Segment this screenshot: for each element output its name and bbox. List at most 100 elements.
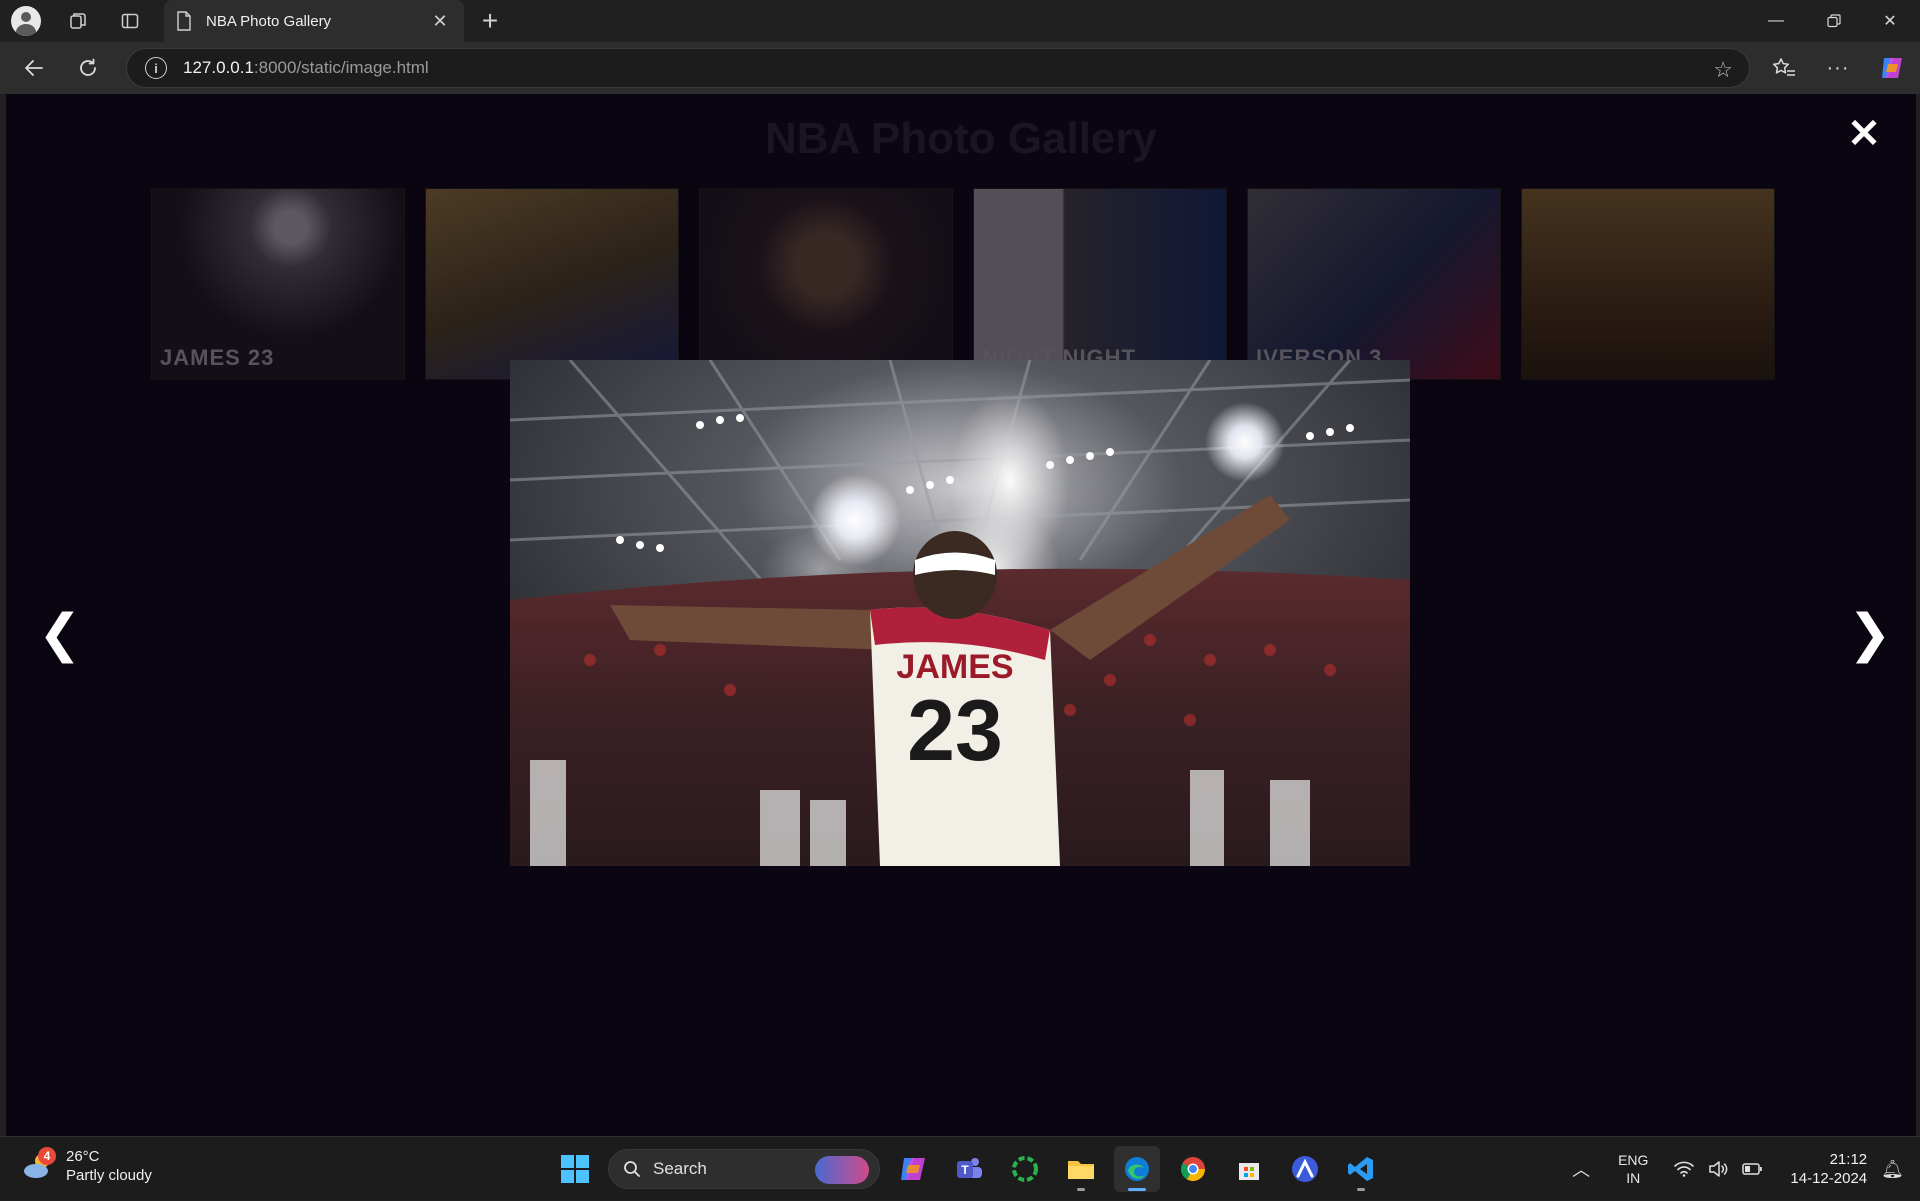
quick-settings[interactable]: [1674, 1161, 1763, 1177]
profile-avatar-icon: [11, 6, 41, 36]
gallery-thumbnail[interactable]: [1521, 188, 1775, 380]
close-window-icon: ✕: [1883, 13, 1897, 30]
lightbox-next-button[interactable]: ❯: [1848, 604, 1892, 664]
thumbnail-grid: JAMES 23 NIGHT NIGHT IVERSON 3: [151, 188, 1775, 380]
taskbar-search[interactable]: Search: [608, 1149, 880, 1189]
teams-app-button[interactable]: T: [946, 1146, 992, 1192]
close-window-button[interactable]: ✕: [1862, 0, 1918, 42]
favorite-star-icon[interactable]: ☆: [1713, 57, 1733, 83]
gallery-thumbnail[interactable]: JAMES 23: [151, 188, 405, 380]
workspaces-button[interactable]: [60, 5, 96, 37]
clock-time: 21:12: [1829, 1151, 1868, 1168]
gallery-thumbnail[interactable]: NIGHT NIGHT: [973, 188, 1227, 380]
lightbox-photo: JAMES 23: [510, 360, 1410, 866]
volume-icon: [1709, 1161, 1728, 1177]
region-code: IN: [1626, 1170, 1641, 1186]
minimize-button[interactable]: —: [1748, 0, 1804, 42]
jersey-name: JAMES: [896, 648, 1013, 686]
start-button[interactable]: [552, 1146, 598, 1192]
tab-title: NBA Photo Gallery: [206, 12, 332, 30]
plus-icon: +: [481, 5, 499, 36]
lightbox-image: JAMES 23: [510, 360, 1410, 866]
arena-light: [1205, 402, 1285, 482]
clock-date: 14-12-2024: [1790, 1170, 1868, 1187]
language-code: ENG: [1618, 1152, 1649, 1168]
copilot-app-button[interactable]: [890, 1146, 936, 1192]
gallery-thumbnail[interactable]: [425, 188, 679, 380]
tab-actions-button[interactable]: [112, 5, 148, 37]
minimize-icon: —: [1768, 12, 1784, 29]
url-host: 127.0.0.1: [183, 58, 254, 77]
copilot-icon: [1882, 58, 1902, 78]
favorites-button[interactable]: [1766, 50, 1802, 86]
weather-temp: 26°C: [66, 1148, 100, 1165]
restore-icon: [1827, 14, 1841, 28]
language-indicator[interactable]: ENG IN: [1618, 1151, 1648, 1187]
address-bar[interactable]: i 127.0.0.1:8000/static/image.html ☆: [126, 48, 1750, 88]
restore-button[interactable]: [1806, 0, 1862, 42]
chrome-app-button[interactable]: [1170, 1146, 1216, 1192]
chrome-icon: [1180, 1157, 1205, 1182]
wifi-icon: [1674, 1161, 1695, 1177]
search-label: Search: [653, 1159, 707, 1178]
thumbnail-caption: JAMES 23: [160, 345, 275, 370]
edge-app-button[interactable]: [1114, 1146, 1160, 1192]
taskbar-apps: Search T: [552, 1145, 1384, 1193]
gallery-thumbnail[interactable]: IVERSON 3: [1247, 188, 1501, 380]
back-button[interactable]: [16, 50, 52, 86]
more-menu-button[interactable]: ···: [1820, 50, 1856, 86]
tab-close-icon[interactable]: ✕: [428, 11, 452, 32]
lightbox-close-button[interactable]: ✕: [1844, 114, 1884, 154]
page-viewport: NBA Photo Gallery JAMES 23 NIGHT NIGHT I…: [6, 94, 1916, 1136]
store-icon: [1239, 1163, 1259, 1180]
profile-button[interactable]: [8, 5, 44, 37]
folder-icon: [1068, 1161, 1094, 1179]
running-indicator: [1357, 1188, 1365, 1191]
copilot-button[interactable]: [1874, 50, 1910, 86]
copilot-app-icon: [901, 1158, 925, 1180]
running-indicator: [1128, 1188, 1146, 1191]
page-title: NBA Photo Gallery: [765, 114, 1157, 163]
jersey-number: 23: [907, 683, 1003, 779]
page-favicon-icon: [177, 11, 191, 31]
arc-icon: [1292, 1156, 1318, 1182]
url-path: :8000/static/image.html: [253, 58, 429, 77]
running-indicator: [1077, 1188, 1085, 1191]
vscode-app-button[interactable]: [1338, 1146, 1384, 1192]
weather-desc: Partly cloudy: [66, 1167, 152, 1184]
battery-icon: [1742, 1163, 1763, 1175]
reload-icon: [80, 58, 96, 76]
show-hidden-icons-chevron-icon[interactable]: ︿: [1572, 1156, 1590, 1182]
browser-tab-active[interactable]: NBA Photo Gallery ✕: [164, 0, 464, 42]
system-tray: ︿ ENG IN 21:12 14-12-2024 🔔︎: [1572, 1137, 1920, 1201]
notification-bell-icon[interactable]: 🔔︎: [1881, 1159, 1904, 1180]
teams-icon: T: [957, 1158, 982, 1178]
sync-app-button[interactable]: [1002, 1146, 1048, 1192]
reload-button[interactable]: [70, 50, 106, 86]
lightbox-prev-button[interactable]: ❮: [38, 604, 82, 664]
weather-alert-badge: 4: [38, 1147, 56, 1165]
site-info-icon[interactable]: i: [145, 57, 167, 79]
weather-widget[interactable]: 4 26°C Partly cloudy: [22, 1147, 152, 1185]
edge-icon: [1125, 1157, 1149, 1181]
store-app-button[interactable]: [1226, 1146, 1272, 1192]
browser-titlebar: NBA Photo Gallery ✕ + — ✕: [0, 0, 1920, 42]
gallery-thumbnail[interactable]: [699, 188, 953, 380]
favorites-list-icon: [1773, 58, 1795, 76]
new-tab-button[interactable]: +: [472, 5, 508, 37]
vscode-icon: [1348, 1157, 1373, 1181]
svg-text:T: T: [961, 1163, 969, 1177]
browser-navbar: i 127.0.0.1:8000/static/image.html ☆ ···: [0, 42, 1920, 94]
search-highlight-icon: [815, 1156, 869, 1184]
taskbar: 4 26°C Partly cloudy Search T ︿ ENG IN 2…: [0, 1136, 1920, 1200]
arc-app-button[interactable]: [1282, 1146, 1328, 1192]
workspaces-icon: [70, 13, 86, 29]
back-arrow-icon: [25, 60, 43, 76]
windows-logo-icon: [561, 1155, 589, 1183]
ellipsis-icon: ···: [1826, 56, 1850, 79]
file-explorer-button[interactable]: [1058, 1146, 1104, 1192]
search-icon: [624, 1161, 640, 1177]
clock[interactable]: 21:12 14-12-2024: [1790, 1150, 1867, 1188]
circular-app-icon: [1012, 1156, 1038, 1182]
partly-cloudy-icon: 4: [22, 1147, 56, 1181]
